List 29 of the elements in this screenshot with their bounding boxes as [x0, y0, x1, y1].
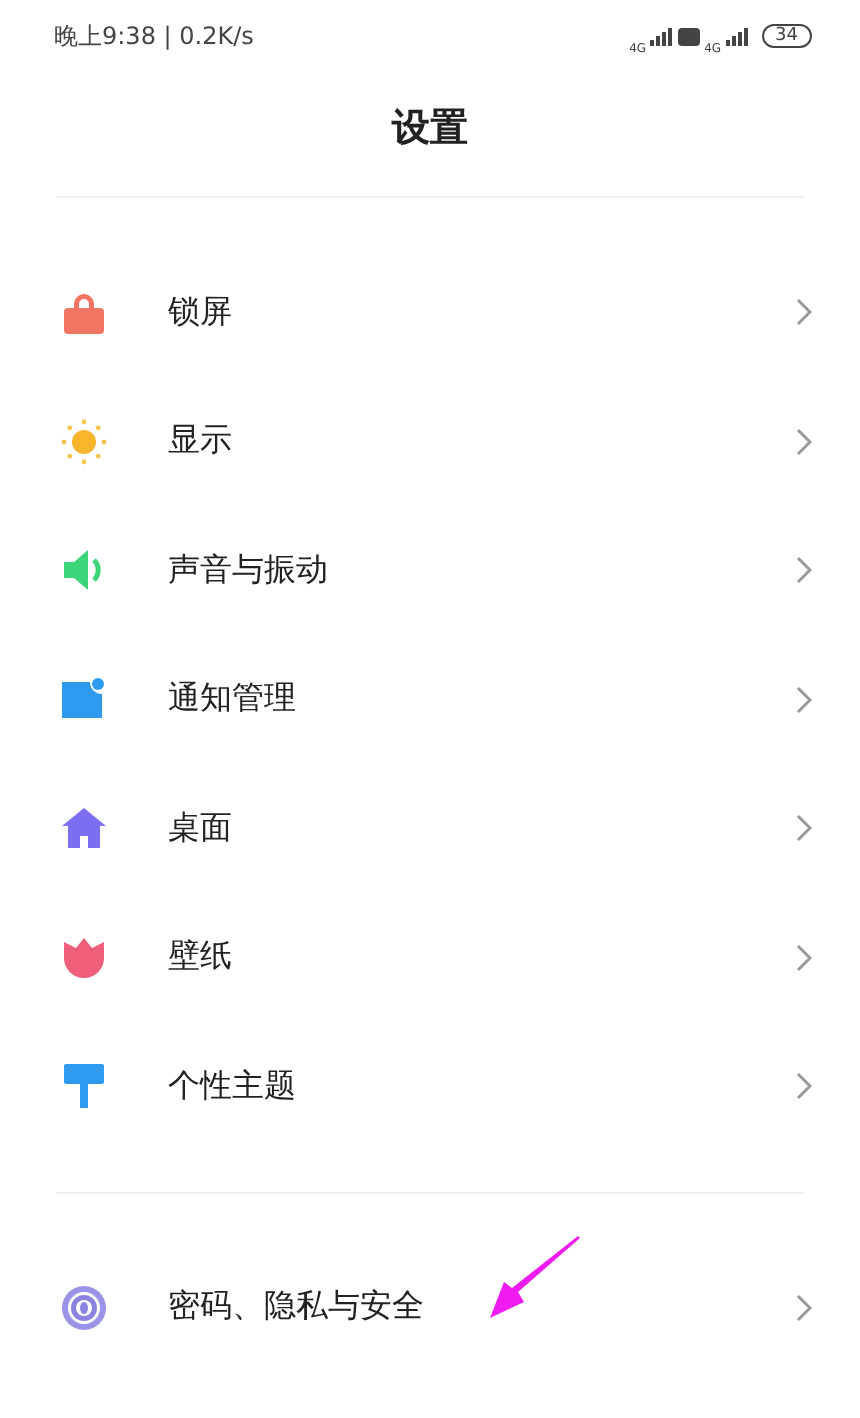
settings-item[interactable]: 壁纸 — [0, 893, 860, 1022]
fingerprint-icon — [60, 1283, 108, 1332]
chevron-icon — [796, 943, 812, 972]
chevron-icon — [796, 814, 812, 843]
status-time: 晚上9:38 | 0.2K/s — [54, 19, 254, 53]
settings-item[interactable]: 显示 — [0, 377, 860, 506]
speaker-icon — [62, 548, 106, 593]
settings-item[interactable]: 声音与振动 — [0, 506, 860, 635]
lock-icon — [64, 290, 104, 335]
arrow-drawing — [490, 1236, 582, 1320]
notification-icon — [62, 677, 106, 722]
settings-item[interactable]: 通知管理 — [0, 635, 860, 764]
sun-icon — [60, 417, 108, 466]
chevron-icon — [796, 1072, 812, 1101]
signal-icon — [650, 27, 675, 45]
chevron-icon — [796, 685, 812, 714]
house-icon — [62, 808, 106, 849]
battery-indicator: 34 — [761, 24, 812, 48]
settings-item[interactable]: 个性主题 — [0, 1022, 860, 1151]
chevron-icon — [796, 298, 812, 327]
paint-roller-icon — [64, 1064, 104, 1109]
signal-icon — [725, 27, 750, 45]
chevron-icon — [796, 1293, 812, 1322]
tulip-icon — [64, 937, 104, 978]
settings-item[interactable]: 桌面 — [0, 764, 860, 893]
settings-item[interactable]: 锁屏 — [0, 248, 860, 377]
chevron-icon — [796, 556, 812, 585]
page-title: 设置 — [389, 104, 470, 154]
chevron-icon — [796, 427, 812, 456]
